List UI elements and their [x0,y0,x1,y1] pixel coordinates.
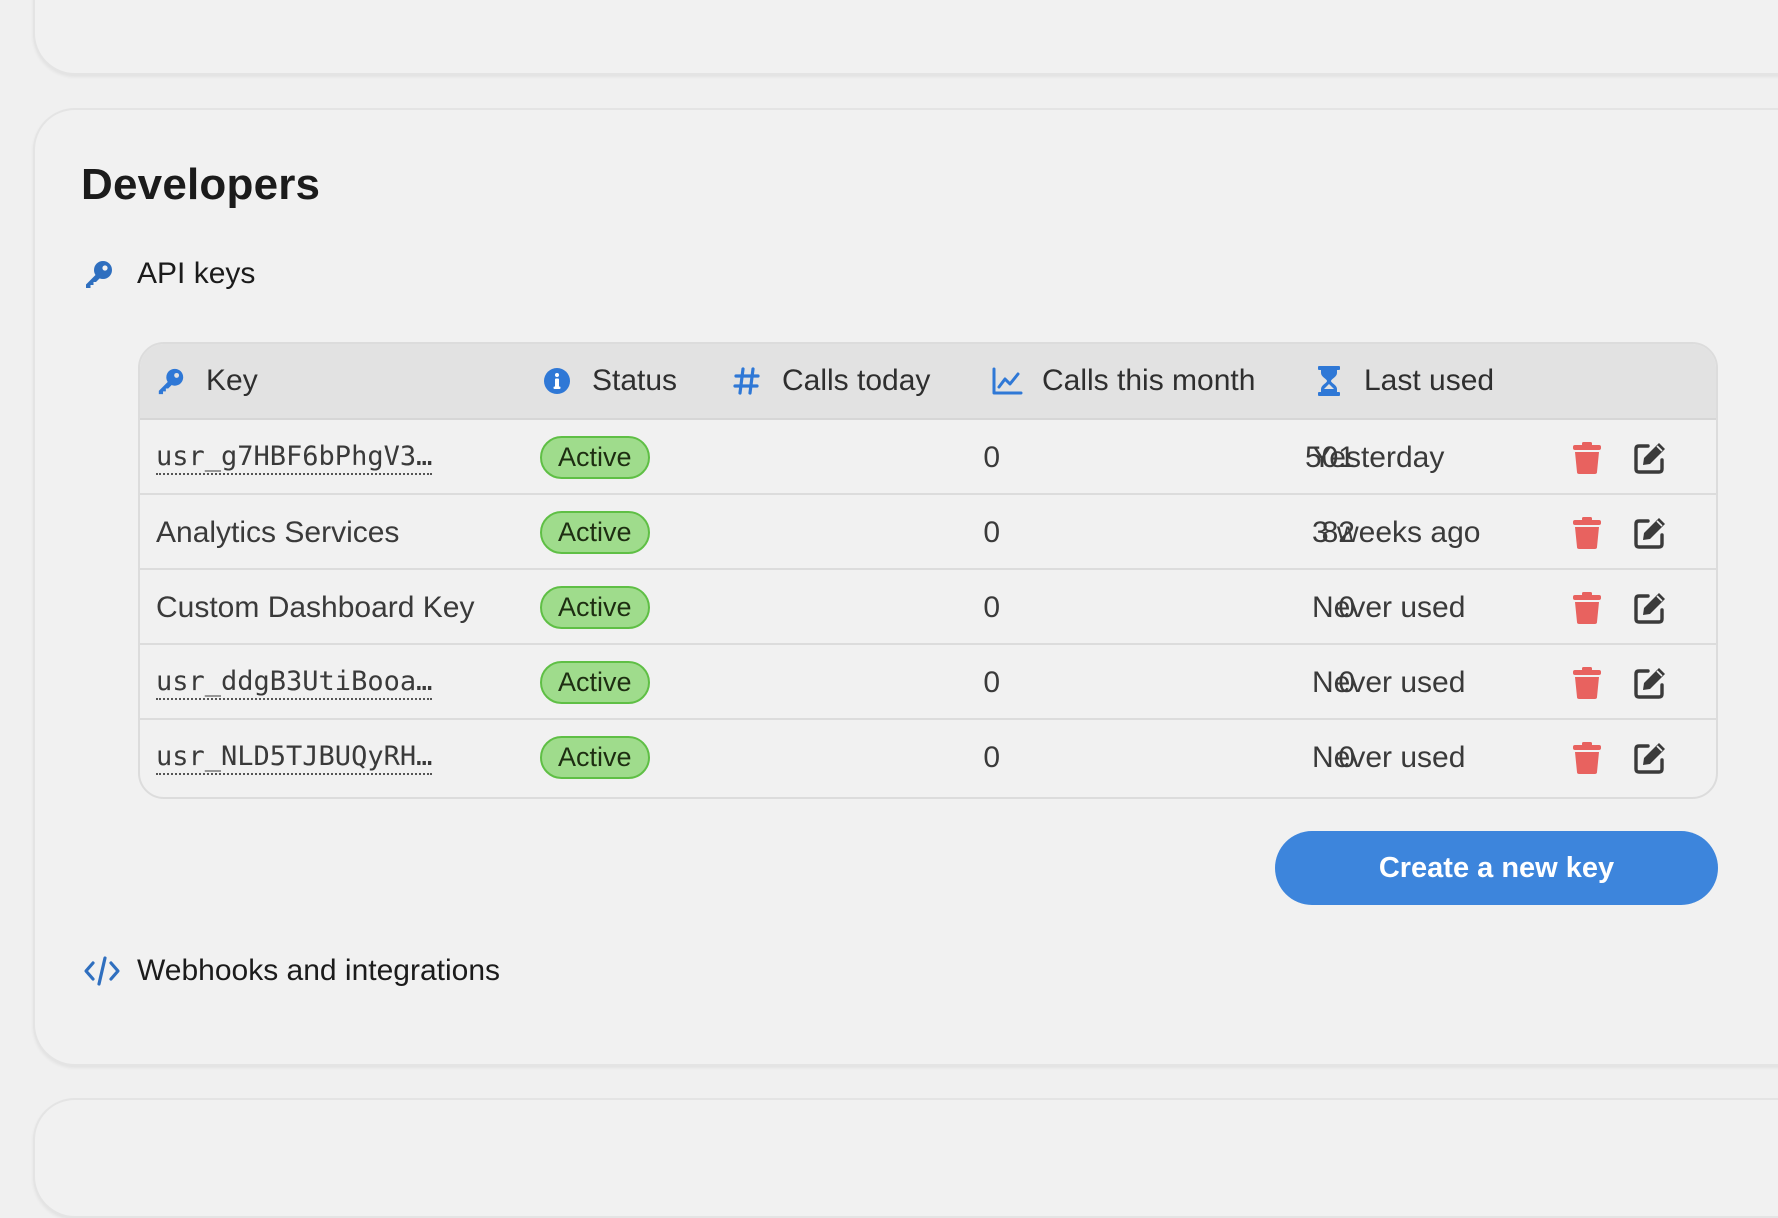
hash-icon [730,364,764,398]
edit-key-button[interactable] [1628,720,1672,795]
edit-key-button[interactable] [1628,495,1672,570]
table-row: Analytics Services Active 0 82 3 weeks a… [140,495,1716,570]
calls-today-cell: 0 [983,440,1000,474]
edit-icon[interactable] [1628,736,1672,780]
status-badge: Active [540,736,650,779]
table-row: Custom Dashboard Key Active 0 0 Never us… [140,570,1716,645]
delete-key-button[interactable] [1565,420,1609,495]
status-cell: Active [540,720,650,795]
last-used-cell: Never used [1312,740,1466,774]
delete-key-button[interactable] [1565,495,1609,570]
column-header-calls-today-label: Calls today [782,364,931,397]
key-cell: Analytics Services [156,495,399,570]
table-row: usr_NLD5TJBUQyRH… Active 0 0 Never used [140,720,1716,795]
column-header-status-label: Status [592,364,678,397]
api-keys-table: Key Status Calls today Calls this month … [138,342,1718,799]
calls-today-cell: 0 [983,665,1000,699]
api-keys-heading: API keys [83,254,255,294]
table-header: Key Status Calls today Calls this month … [140,344,1716,420]
line-chart-icon [990,364,1024,398]
calls-today-cell: 0 [983,515,1000,549]
key-icon [154,364,188,398]
edit-key-button[interactable] [1628,420,1672,495]
next-section-card [33,1098,1778,1218]
status-cell: Active [540,420,650,495]
trash-icon[interactable] [1565,661,1609,705]
status-badge: Active [540,661,650,704]
info-circle-icon [540,364,574,398]
table-row: usr_g7HBF6bPhgV3… Active 0 501 Yesterday [140,420,1716,495]
column-header-last-used-label: Last used [1364,364,1495,397]
webhooks-heading[interactable]: Webhooks and integrations [83,951,500,991]
api-key-token[interactable]: usr_g7HBF6bPhgV3… [156,441,433,475]
edit-key-button[interactable] [1628,570,1672,645]
calls-today-cell: 0 [983,740,1000,774]
key-cell: usr_g7HBF6bPhgV3… [156,420,433,495]
webhooks-heading-label: Webhooks and integrations [137,954,501,987]
code-icon [83,951,123,991]
column-header-status: Status [540,344,677,418]
edit-key-button[interactable] [1628,645,1672,720]
column-header-key-label: Key [206,364,258,397]
trash-icon[interactable] [1565,736,1609,780]
status-badge: Active [540,436,650,479]
edit-icon[interactable] [1628,586,1672,630]
status-badge: Active [540,511,650,554]
calls-today-cell: 0 [983,590,1000,624]
hourglass-icon [1312,364,1346,398]
last-used-cell: Never used [1312,665,1466,699]
api-key-name: Analytics Services [156,515,400,549]
key-cell: usr_ddgB3UtiBooa… [156,645,433,720]
status-cell: Active [540,570,650,645]
column-header-calls-month-label: Calls this month [1042,364,1256,397]
column-header-calls-month: Calls this month [990,344,1255,418]
column-header-calls-today: Calls today [730,344,930,418]
last-used-cell: Never used [1312,590,1466,624]
api-key-token[interactable]: usr_ddgB3UtiBooa… [156,666,433,700]
trash-icon[interactable] [1565,586,1609,630]
table-row: usr_ddgB3UtiBooa… Active 0 0 Never used [140,645,1716,720]
status-cell: Active [540,645,650,720]
api-key-name: Custom Dashboard Key [156,590,475,624]
api-key-token[interactable]: usr_NLD5TJBUQyRH… [156,741,433,775]
last-used-cell: 3 weeks ago [1312,515,1481,549]
edit-icon[interactable] [1628,661,1672,705]
key-icon [83,254,123,294]
delete-key-button[interactable] [1565,570,1609,645]
key-cell: usr_NLD5TJBUQyRH… [156,720,433,795]
create-new-key-button[interactable]: Create a new key [1275,831,1718,905]
edit-icon[interactable] [1628,511,1672,555]
edit-icon[interactable] [1628,436,1672,480]
trash-icon[interactable] [1565,436,1609,480]
trash-icon[interactable] [1565,511,1609,555]
section-title: Developers [81,160,321,209]
previous-section-card [33,0,1778,75]
delete-key-button[interactable] [1565,720,1609,795]
api-keys-heading-label: API keys [137,257,256,290]
key-cell: Custom Dashboard Key [156,570,475,645]
column-header-last-used: Last used [1312,344,1494,418]
last-used-cell: Yesterday [1312,440,1445,474]
column-header-key: Key [154,344,258,418]
status-badge: Active [540,586,650,629]
delete-key-button[interactable] [1565,645,1609,720]
status-cell: Active [540,495,650,570]
